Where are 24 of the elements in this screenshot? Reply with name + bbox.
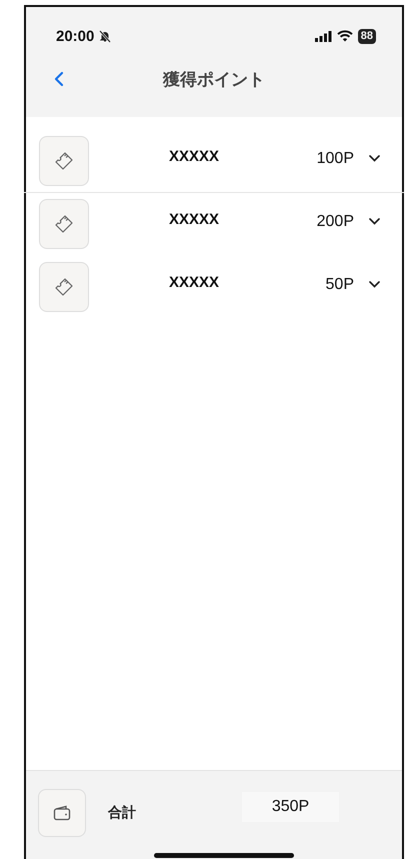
wifi-icon [336,30,353,42]
chevron-down-icon[interactable] [369,218,380,225]
point-row[interactable]: XXXXX 200P [26,199,402,249]
chevron-down-icon[interactable] [369,281,380,288]
item-points: 50P [324,276,354,294]
total-points: 350P [242,792,339,822]
item-name: XXXXX [169,148,220,165]
back-button[interactable] [52,69,66,89]
ticket-icon [54,214,74,234]
signal-icon [314,30,332,42]
total-label: 合計 [108,804,136,822]
point-row[interactable]: XXXXX 50P [26,262,402,312]
chevron-down-icon[interactable] [369,155,380,162]
ticket-icon [54,277,74,297]
wallet-icon [53,805,71,821]
status-time: 20:00 [56,28,94,44]
item-points: 200P [316,213,354,231]
item-name: XXXXX [169,211,220,228]
battery-indicator: 88 [358,28,376,44]
item-points: 100P [316,150,354,168]
muted-bell-icon [99,30,112,42]
item-name: XXXXX [169,274,220,291]
ticket-icon [54,151,74,171]
page-title: 獲得ポイント [163,68,265,90]
